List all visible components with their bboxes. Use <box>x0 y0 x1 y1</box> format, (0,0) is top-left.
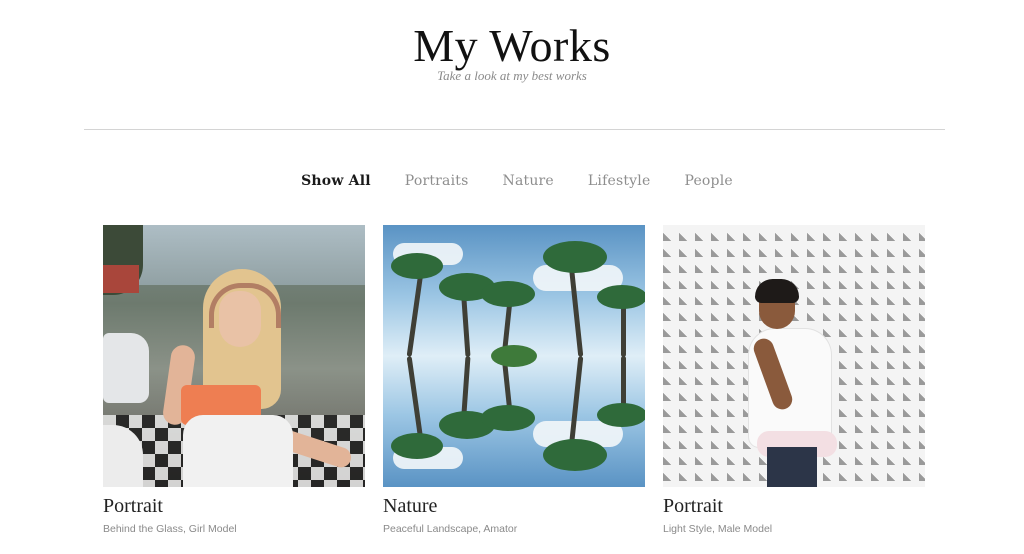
page-header: My Works Take a look at my best works <box>0 20 1024 84</box>
filter-people[interactable]: People <box>684 173 732 189</box>
work-card-nature[interactable]: Nature Peaceful Landscape, Amator <box>383 225 645 535</box>
filter-nature[interactable]: Nature <box>503 173 554 189</box>
woman-with-headphones-photo[interactable] <box>103 225 365 487</box>
filter-lifestyle[interactable]: Lifestyle <box>588 173 651 189</box>
page-subtitle: Take a look at my best works <box>437 68 587 83</box>
work-card-portrait-girl[interactable]: Portrait Behind the Glass, Girl Model <box>103 225 365 535</box>
work-subtitle: Peaceful Landscape, Amator <box>383 523 518 535</box>
page-title: My Works <box>413 20 611 71</box>
palm-trees-reflection-photo[interactable] <box>383 225 645 487</box>
man-patterned-wall-photo[interactable] <box>663 225 925 487</box>
filter-show-all[interactable]: Show All <box>301 173 371 189</box>
filter-tabs: Show All Portraits Nature Lifestyle Peop… <box>0 173 1024 189</box>
header-divider <box>84 129 945 130</box>
work-title[interactable]: Portrait <box>103 495 365 517</box>
work-subtitle: Light Style, Male Model <box>663 523 773 535</box>
work-title[interactable]: Nature <box>383 495 645 517</box>
filter-portraits[interactable]: Portraits <box>405 173 469 189</box>
work-subtitle: Behind the Glass, Girl Model <box>103 523 237 535</box>
work-title[interactable]: Portrait <box>663 495 925 517</box>
work-card-portrait-man[interactable]: Portrait Light Style, Male Model <box>663 225 925 535</box>
